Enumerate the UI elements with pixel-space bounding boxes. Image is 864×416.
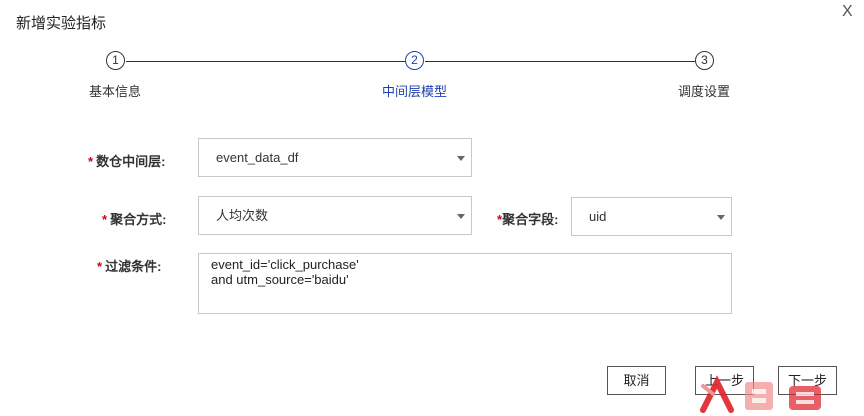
aggregation-select[interactable]: 人均次数 <box>198 196 472 235</box>
step-2-label: 中间层模型 <box>382 84 448 99</box>
step-1-label: 基本信息 <box>89 84 142 99</box>
filter-textarea[interactable]: event_id='click_purchase' and utm_source… <box>198 253 732 314</box>
warehouse-label-text: 数仓中间层: <box>96 154 166 169</box>
warehouse-select-value: event_data_df <box>216 150 299 165</box>
watermark-logo <box>700 375 821 413</box>
chevron-down-icon <box>457 155 465 161</box>
chevron-down-icon <box>457 213 465 219</box>
chevron-down-icon <box>717 214 725 220</box>
aggregation-select-value: 人均次数 <box>216 208 269 223</box>
agg-field-select-value: uid <box>589 209 607 224</box>
step-connector-2 <box>425 61 695 62</box>
required-mark: * <box>102 212 108 227</box>
step-3-number: 3 <box>695 51 714 70</box>
aggregation-label: * 聚合方式: <box>102 209 166 228</box>
agg-field-label: *聚合字段: <box>497 209 558 228</box>
close-icon[interactable]: X <box>842 3 853 21</box>
filter-label: * 过滤条件: <box>97 256 161 275</box>
warehouse-label: * 数仓中间层: <box>88 151 165 170</box>
step-3-label: 调度设置 <box>678 84 731 99</box>
warehouse-select[interactable]: event_data_df <box>198 138 472 177</box>
aggregation-label-text: 聚合方式: <box>110 212 167 227</box>
filter-label-text: 过滤条件: <box>105 259 162 274</box>
step-2-number: 2 <box>405 51 424 70</box>
cancel-button[interactable]: 取消 <box>607 366 666 395</box>
step-1-number: 1 <box>106 51 125 70</box>
required-mark: * <box>97 259 103 274</box>
required-mark: * <box>88 154 94 169</box>
agg-field-label-text: 聚合字段: <box>502 212 559 227</box>
dialog-title: 新增实验指标 <box>16 15 107 32</box>
agg-field-select[interactable]: uid <box>571 197 732 236</box>
step-connector-1 <box>126 61 405 62</box>
